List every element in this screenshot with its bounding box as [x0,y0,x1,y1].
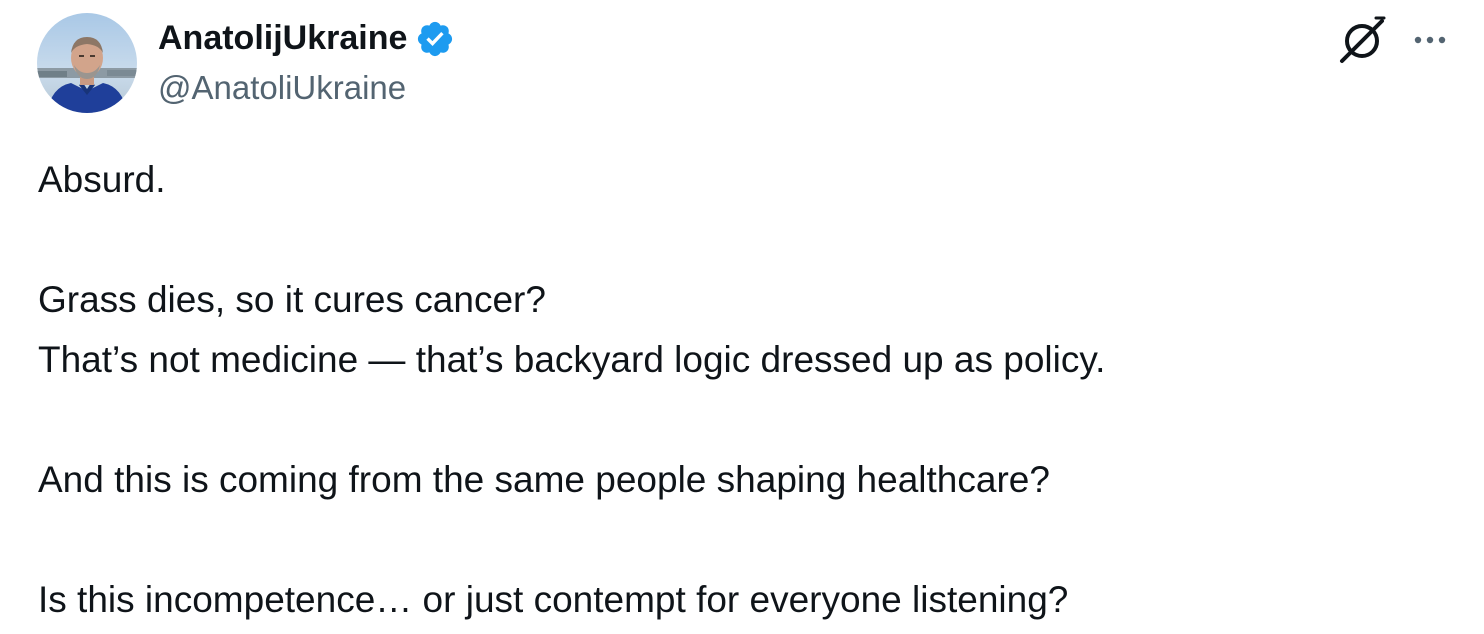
tweet-line: Absurd. [38,159,166,200]
tweet-line: That’s not medicine — that’s backyard lo… [38,339,1106,380]
author-handle[interactable]: @AnatoliUkraine [158,66,406,110]
tweet-text: Absurd. Grass dies, so it cures cancer? … [38,150,1458,630]
avatar-photo [37,13,137,113]
avatar[interactable] [37,13,137,113]
more-options-icon[interactable] [1410,20,1450,60]
tweet-line: Grass dies, so it cures cancer? [38,279,546,320]
grok-icon[interactable] [1338,14,1388,64]
tweet-spacer [38,210,1458,270]
tweet-card: AnatolijUkraine @AnatoliUkraine Absurd. … [0,0,1484,634]
author-name-row: AnatolijUkraine [158,16,455,60]
verified-badge-icon[interactable] [415,19,455,59]
tweet-line: And this is coming from the same people … [38,459,1050,500]
tweet-line: Is this incompetence… or just contempt f… [38,579,1069,620]
tweet-spacer [38,510,1458,570]
author-display-name[interactable]: AnatolijUkraine [158,16,407,60]
tweet-spacer [38,390,1458,450]
